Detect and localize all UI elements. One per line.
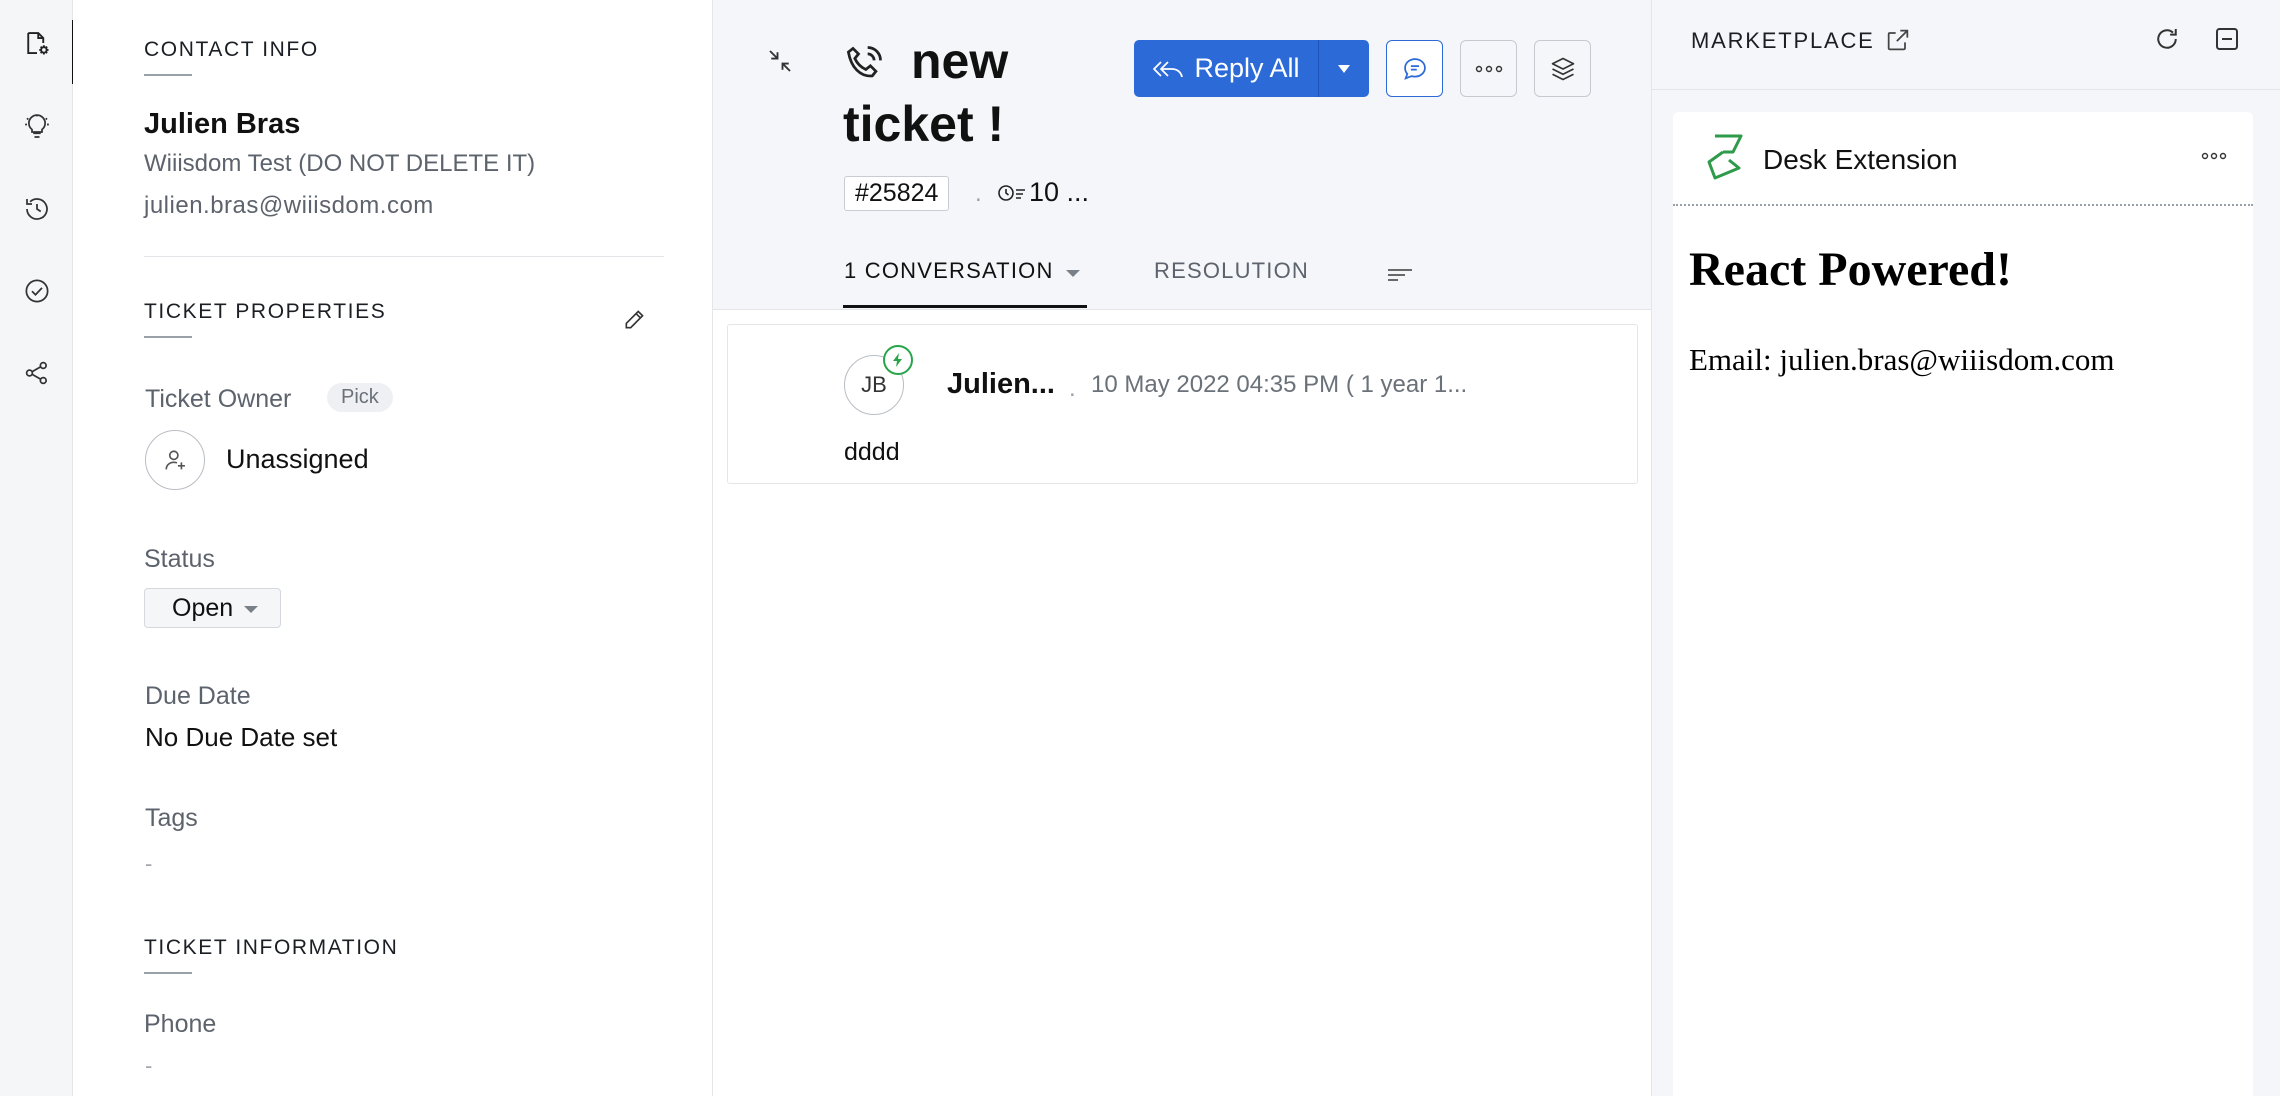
caret-down-icon xyxy=(244,606,258,613)
pick-owner-button[interactable]: Pick xyxy=(327,383,393,412)
reply-options-dropdown[interactable] xyxy=(1318,40,1369,97)
status-select[interactable]: Open xyxy=(144,588,281,628)
edit-properties-button[interactable] xyxy=(618,302,652,336)
layers-icon xyxy=(1551,57,1574,80)
thread-separator: . xyxy=(1069,375,1076,402)
reply-all-icon xyxy=(1153,60,1184,77)
sla-timer[interactable]: 10 ... xyxy=(997,177,1089,208)
tab-resolution[interactable]: RESOLUTION xyxy=(1154,258,1309,284)
bolt-icon xyxy=(893,353,902,367)
thread-body: dddd xyxy=(844,438,900,466)
rail-ai-bulb[interactable] xyxy=(0,96,73,158)
thread-author[interactable]: Julien... xyxy=(947,368,1055,401)
ticket-properties-panel: CONTACT INFO Julien Bras Wiiisdom Test (… xyxy=(73,0,713,1096)
conversation-filter-caret-icon[interactable] xyxy=(1066,270,1080,277)
reply-all-label: Reply All xyxy=(1194,53,1300,83)
due-date-label: Due Date xyxy=(145,682,251,710)
ticket-properties-icon xyxy=(26,32,48,55)
pencil-icon xyxy=(625,310,644,329)
tab-conversation[interactable]: 1 CONVERSATION xyxy=(844,258,1054,284)
conversation-thread[interactable]: JB Julien... . 10 May 2022 04:35 PM ( 1 … xyxy=(727,324,1638,484)
comment-button[interactable] xyxy=(1386,40,1443,97)
ticket-properties-title: TICKET PROPERTIES xyxy=(144,300,387,338)
share-icon xyxy=(25,361,47,385)
phone-value[interactable]: - xyxy=(145,1053,152,1079)
ticket-owner-label: Ticket Owner xyxy=(145,385,292,413)
extension-heading: React Powered! xyxy=(1689,243,2012,296)
external-link-icon[interactable] xyxy=(1884,26,1912,54)
collapse-icon[interactable] xyxy=(765,46,795,76)
rail-check[interactable] xyxy=(0,260,73,322)
reply-all-button[interactable]: Reply All xyxy=(1134,40,1318,97)
ticket-title[interactable]: new ticket ! xyxy=(843,30,1073,156)
rail-share[interactable] xyxy=(0,342,73,404)
comment-icon xyxy=(1403,57,1426,80)
more-actions-button[interactable] xyxy=(1460,40,1517,97)
rail-history[interactable] xyxy=(0,178,73,240)
phone-label: Phone xyxy=(144,1010,217,1038)
contact-info-title: CONTACT INFO xyxy=(144,38,319,76)
desk-extension-logo-icon xyxy=(1707,134,1743,180)
timer-text: 10 ... xyxy=(1029,177,1090,207)
separator: . xyxy=(975,180,982,207)
history-icon xyxy=(25,198,48,220)
marketplace-title: MARKETPLACE xyxy=(1691,28,1875,53)
active-tab-indicator xyxy=(843,305,1087,308)
section-divider xyxy=(144,256,664,257)
marketplace-header: MARKETPLACE xyxy=(1652,0,2280,90)
extension-more-icon[interactable] xyxy=(2199,146,2229,166)
timer-icon xyxy=(998,184,1025,201)
ticket-information-title: TICKET INFORMATION xyxy=(144,936,399,974)
incoming-badge-icon xyxy=(883,345,913,375)
extension-name: Desk Extension xyxy=(1763,144,1958,175)
contact-name[interactable]: Julien Bras xyxy=(144,108,300,141)
owner-avatar[interactable] xyxy=(145,430,205,490)
ticket-detail: new ticket ! #25824 . 10 ... Reply All 1… xyxy=(713,0,1651,1096)
tags-label: Tags xyxy=(145,804,198,832)
layers-button[interactable] xyxy=(1534,40,1591,97)
due-date-value[interactable]: No Due Date set xyxy=(145,722,337,753)
sort-lines-icon[interactable] xyxy=(1385,260,1415,290)
status-value: Open xyxy=(172,593,234,622)
refresh-icon[interactable] xyxy=(2152,24,2182,54)
contact-email[interactable]: julien.bras@wiiisdom.com xyxy=(144,192,434,220)
ticket-header: new ticket ! #25824 . 10 ... Reply All 1… xyxy=(713,0,1651,310)
contact-account[interactable]: Wiiisdom Test (DO NOT DELETE IT) xyxy=(144,150,535,178)
marketplace-panel: MARKETPLACE Desk Extension React Powered… xyxy=(1651,0,2280,1096)
rail-ticket-properties[interactable] xyxy=(0,12,74,84)
reply-group: Reply All xyxy=(1134,40,1369,97)
extension-card: Desk Extension React Powered! Email: jul… xyxy=(1673,112,2253,1096)
caret-down-icon xyxy=(1338,64,1350,73)
extension-email-line: Email: julien.bras@wiiisdom.com xyxy=(1689,342,2115,377)
tags-value[interactable]: - xyxy=(145,851,152,877)
owner-name[interactable]: Unassigned xyxy=(226,444,369,475)
ticket-number[interactable]: #25824 xyxy=(844,176,950,211)
left-icon-rail xyxy=(0,0,74,1096)
thread-timestamp: 10 May 2022 04:35 PM ( 1 year 1... xyxy=(1091,371,1468,398)
check-circle-icon xyxy=(25,279,48,303)
minimize-icon[interactable] xyxy=(2212,24,2242,54)
extension-card-header: Desk Extension xyxy=(1673,112,2253,206)
ai-bulb-icon xyxy=(24,114,49,138)
add-user-icon xyxy=(165,450,185,470)
more-dots-icon xyxy=(1475,65,1502,72)
status-label: Status xyxy=(144,545,215,573)
